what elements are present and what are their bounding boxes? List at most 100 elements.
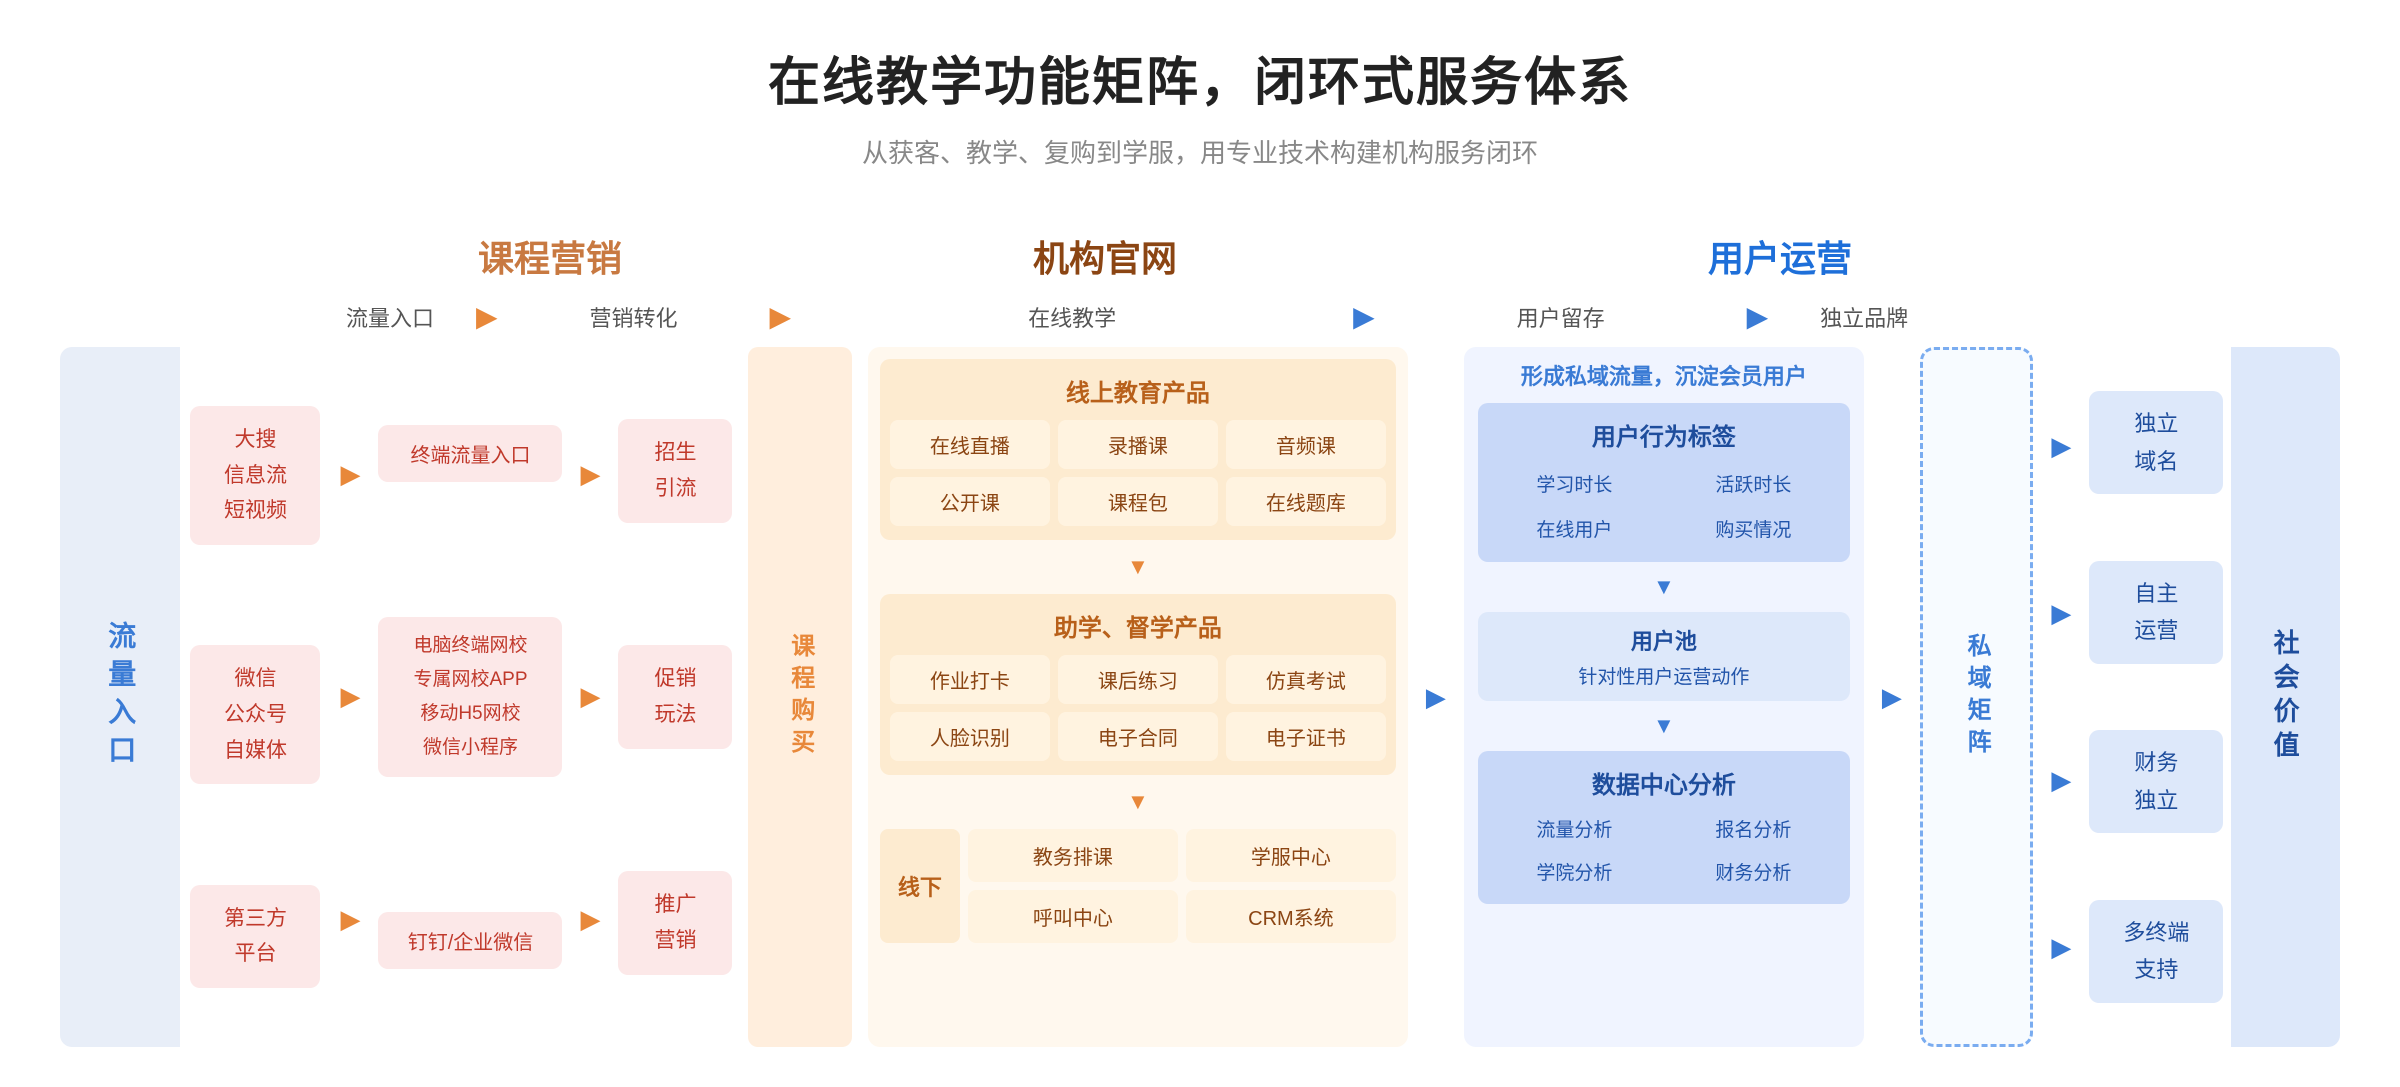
study-cell-5: 电子合同: [1058, 712, 1218, 761]
traffic-arrow-col: ▶ ▶ ▶: [330, 347, 370, 1047]
traffic-col: 大搜信息流短视频 微信公众号自媒体 第三方平台: [180, 347, 330, 1047]
study-cell-6: 电子证书: [1226, 712, 1386, 761]
page-container: 在线教学功能矩阵，闭环式服务体系 从获客、教学、复购到学服，用专业技术构建机构服…: [0, 0, 2400, 1087]
brand-arrow-2: ▶: [2051, 598, 2071, 629]
brand-item-1: 独立域名: [2089, 391, 2223, 494]
traffic-arrow-1: ▶: [340, 459, 360, 490]
marketing-arrow-3: ▶: [580, 904, 600, 935]
online-edu-cell-6: 在线题库: [1226, 477, 1386, 526]
study-cell-1: 作业打卡: [890, 655, 1050, 704]
page-title: 在线教学功能矩阵，闭环式服务体系: [60, 40, 2340, 115]
study-support-grid: 作业打卡 课后练习 仿真考试 人脸识别 电子合同 电子证书: [890, 655, 1386, 761]
data-cell-2: 报名分析: [1667, 810, 1840, 847]
retention-to-private-arrow: ▶: [1872, 347, 1912, 1047]
marketing-right-col: 招生引流 促销玩法 推广营销: [610, 347, 740, 1047]
marketing-arrow-1: ▶: [580, 459, 600, 490]
left-vertical-label: 流量入口: [100, 621, 140, 773]
brand-item-3: 财务独立: [2089, 730, 2223, 833]
user-pool-box: 用户池 针对性用户运营动作: [1478, 612, 1850, 701]
marketing-tactic-2: 促销玩法: [618, 645, 732, 748]
offline-grid: 教务排课 学服中心 呼叫中心 CRM系统: [968, 829, 1396, 943]
behavior-tag-title: 用户行为标签: [1488, 417, 1840, 452]
study-cell-3: 仿真考试: [1226, 655, 1386, 704]
data-center-grid: 流量分析 报名分析 学院分析 财务分析: [1488, 810, 1840, 890]
section-header-marketing: 课程营销: [320, 230, 780, 282]
offline-cell-1: 教务排课: [968, 829, 1178, 882]
left-label-col: 流量入口: [60, 347, 180, 1047]
brand-arrow-4: ▶: [2051, 932, 2071, 963]
offline-cell-3: 呼叫中心: [968, 890, 1178, 943]
study-cell-4: 人脸识别: [890, 712, 1050, 761]
section-header-official: 机构官网: [780, 230, 1430, 282]
retention-top-text: 形成私域流量，沉淀会员用户: [1478, 359, 1850, 391]
marketing-left-col: 终端流量入口 电脑终端网校专属网校APP移动H5网校微信小程序 钉钉/企业微信: [370, 347, 570, 1047]
user-pool-title: 用户池: [1488, 624, 1840, 656]
section-header-user-ops: 用户运营: [1430, 230, 2130, 282]
user-pool-sub: 针对性用户运营动作: [1488, 662, 1840, 689]
brand-col: 独立域名 自主运营 财务独立 多终端支持: [2081, 347, 2231, 1047]
online-teaching-area: 线上教育产品 在线直播 录播课 音频课 公开课 课程包 在线题库 ▼ 助学、督学…: [868, 347, 1408, 1047]
marketing-terminal-1: 终端流量入口: [378, 425, 562, 482]
behavior-cell-1: 学习时长: [1488, 464, 1661, 503]
brand-item-4: 多终端支持: [2089, 900, 2223, 1003]
online-edu-title: 线上教育产品: [890, 373, 1386, 408]
course-buy-label: 课程购买: [783, 633, 818, 761]
online-edu-cell-2: 录播课: [1058, 420, 1218, 469]
flow-step-1: 流量入口: [310, 301, 470, 333]
social-value-col: 社会价值: [2231, 347, 2340, 1047]
offline-label: 线下: [880, 829, 960, 943]
offline-cell-2: 学服中心: [1186, 829, 1396, 882]
marketing-arrow-col: ▶ ▶ ▶: [570, 347, 610, 1047]
arrow-3: ▶: [1353, 300, 1375, 333]
online-edu-box: 线上教育产品 在线直播 录播课 音频课 公开课 课程包 在线题库: [880, 359, 1396, 540]
blue-arrow-right: ▶: [1882, 682, 1902, 713]
arrow-4: ▶: [1747, 300, 1769, 333]
behavior-cell-2: 活跃时长: [1667, 464, 1840, 503]
behavior-cell-3: 在线用户: [1488, 509, 1661, 548]
behavior-down-arrow: ▼: [1478, 574, 1850, 600]
online-edu-cell-5: 课程包: [1058, 477, 1218, 526]
flow-step-3: 在线教学: [797, 301, 1347, 333]
data-cell-1: 流量分析: [1488, 810, 1661, 847]
study-cell-2: 课后练习: [1058, 655, 1218, 704]
data-cell-4: 财务分析: [1667, 853, 1840, 890]
brand-arrow-1: ▶: [2051, 431, 2071, 462]
offline-cell-4: CRM系统: [1186, 890, 1396, 943]
marketing-arrow-2: ▶: [580, 681, 600, 712]
traffic-arrow-2: ▶: [340, 681, 360, 712]
flow-step-2: 营销转化: [504, 301, 764, 333]
diagram-body: 流量入口 大搜信息流短视频 微信公众号自媒体 第三方平台 ▶ ▶ ▶ 终端流量入…: [60, 347, 2340, 1047]
behavior-grid: 学习时长 活跃时长 在线用户 购买情况: [1488, 464, 1840, 548]
flow-step-4: 用户留存: [1381, 301, 1741, 333]
traffic-item-2: 微信公众号自媒体: [190, 645, 320, 784]
arrow-2: ▶: [770, 300, 792, 333]
data-center-title: 数据中心分析: [1488, 765, 1840, 800]
study-support-title: 助学、督学产品: [890, 608, 1386, 643]
online-edu-cell-4: 公开课: [890, 477, 1050, 526]
traffic-arrow-3: ▶: [340, 904, 360, 935]
down-arrow-1: ▼: [880, 554, 1396, 580]
arrow-1: ▶: [476, 300, 498, 333]
flow-step-5: 独立品牌: [1774, 301, 1954, 333]
traffic-item-3: 第三方平台: [190, 885, 320, 988]
online-edu-cell-1: 在线直播: [890, 420, 1050, 469]
marketing-tactic-1: 招生引流: [618, 419, 732, 522]
course-buy-col: 课程购买: [748, 347, 851, 1047]
online-edu-cell-3: 音频课: [1226, 420, 1386, 469]
brand-arrow-col: ▶ ▶ ▶ ▶: [2041, 347, 2081, 1047]
page-subtitle: 从获客、教学、复购到学服，用专业技术构建机构服务闭环: [60, 133, 2340, 170]
user-pool-down-arrow: ▼: [1478, 713, 1850, 739]
data-center-box: 数据中心分析 流量分析 报名分析 学院分析 财务分析: [1478, 751, 1850, 904]
online-edu-grid: 在线直播 录播课 音频课 公开课 课程包 在线题库: [890, 420, 1386, 526]
private-domain-col: 私域矩阵: [1920, 347, 2033, 1047]
behavior-cell-4: 购买情况: [1667, 509, 1840, 548]
marketing-terminal-3: 钉钉/企业微信: [378, 912, 562, 969]
private-domain-label: 私域矩阵: [1959, 633, 1994, 761]
user-retention-area: 形成私域流量，沉淀会员用户 用户行为标签 学习时长 活跃时长 在线用户 购买情况…: [1464, 347, 1864, 1047]
online-to-retention-arrow: ▶: [1416, 347, 1456, 1047]
traffic-item-1: 大搜信息流短视频: [190, 406, 320, 545]
offline-row: 线下 教务排课 学服中心 呼叫中心 CRM系统: [880, 829, 1396, 943]
brand-item-2: 自主运营: [2089, 561, 2223, 664]
social-value-label: 社会价值: [2267, 629, 2304, 765]
down-arrow-2: ▼: [880, 789, 1396, 815]
